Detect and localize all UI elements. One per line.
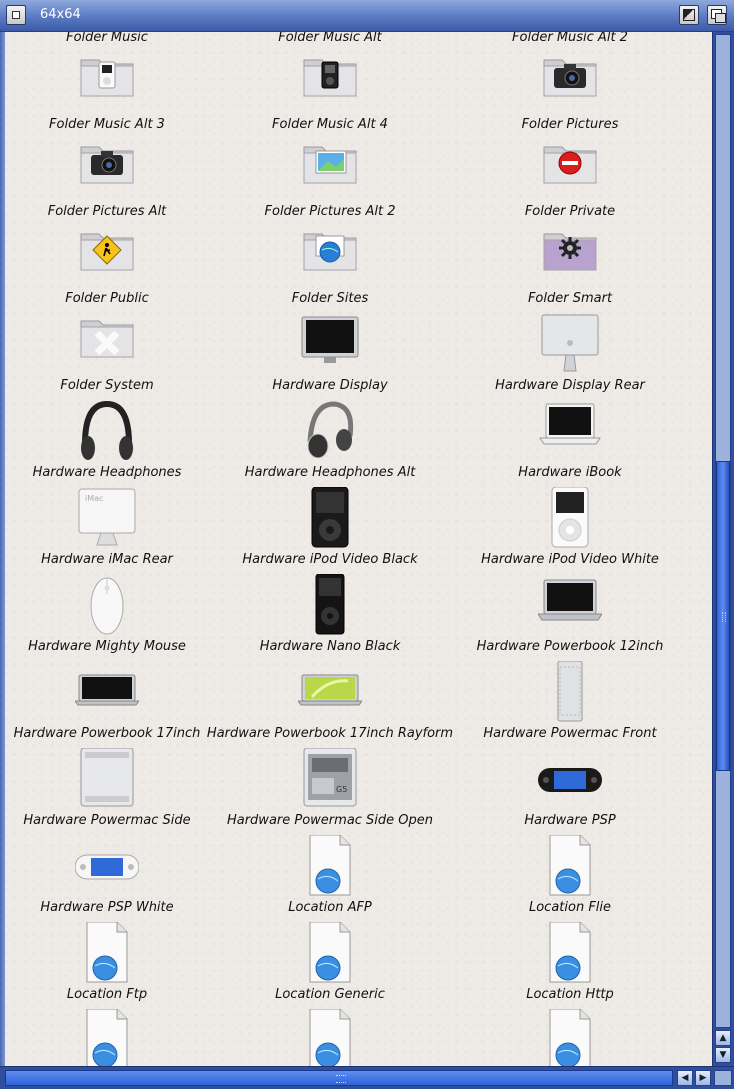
icon-label: Folder Smart bbox=[527, 291, 613, 306]
folder-public-icon[interactable] bbox=[75, 226, 139, 290]
hardware-powerbook-17inch-icon[interactable] bbox=[75, 661, 139, 725]
icon-label: Folder Music Alt 3 bbox=[49, 117, 165, 132]
hardware-powerbook-17inch-rayform-icon[interactable] bbox=[298, 661, 362, 725]
icon-label: Hardware iPod Video White bbox=[481, 552, 659, 567]
icon-grid[interactable]: Folder Music Folder Music Alt Folder Mus… bbox=[5, 32, 712, 1066]
folder-pictures-alt-2-icon[interactable] bbox=[298, 139, 362, 203]
icon-label: Folder Pictures Alt 2 bbox=[264, 204, 396, 219]
icon-label: Folder System bbox=[60, 378, 154, 393]
partial-icon[interactable] bbox=[75, 1009, 139, 1066]
icon-label: Folder Music Alt 4 bbox=[272, 117, 388, 132]
depth-icon[interactable] bbox=[707, 5, 727, 25]
hardware-nano-black-icon[interactable] bbox=[298, 574, 362, 638]
folder-music-alt-3-icon[interactable] bbox=[75, 52, 139, 116]
icon-label: Location Http bbox=[526, 987, 614, 1002]
hardware-ipod-video-white-icon[interactable] bbox=[538, 487, 602, 551]
resize-gadget[interactable] bbox=[714, 1070, 732, 1086]
icon-label: Folder Pictures bbox=[521, 117, 619, 132]
icon-item[interactable] bbox=[215, 1009, 445, 1066]
hardware-psp-icon[interactable] bbox=[538, 748, 602, 812]
partial-icon[interactable] bbox=[298, 1009, 362, 1066]
hardware-powermac-side-open-icon[interactable]: G5 bbox=[298, 748, 362, 812]
hardware-headphones-alt-icon[interactable] bbox=[298, 400, 362, 464]
scroll-left-arrow-icon[interactable]: ◀ bbox=[677, 1070, 693, 1086]
icon-label: Location Generic bbox=[275, 987, 385, 1002]
icon-label: Hardware Nano Black bbox=[259, 639, 401, 654]
svg-text:G5: G5 bbox=[336, 785, 347, 794]
icon-item[interactable] bbox=[5, 1009, 222, 1066]
icon-label: Location Ftp bbox=[66, 987, 148, 1002]
icon-label: Folder Music bbox=[66, 32, 148, 45]
location-generic-icon[interactable] bbox=[298, 922, 362, 986]
icon-label: Location Flie bbox=[528, 900, 612, 915]
horizontal-scrollbar[interactable]: ◀ ▶ bbox=[0, 1066, 734, 1089]
scroll-down-arrow-icon[interactable]: ▼ bbox=[715, 1047, 731, 1063]
vertical-scrollbar[interactable]: ▲ ▼ bbox=[712, 32, 734, 1066]
icon-label: Hardware iMac Rear bbox=[41, 552, 173, 567]
icon-label: Hardware Display bbox=[272, 378, 388, 393]
location-flie-icon[interactable] bbox=[538, 835, 602, 899]
hardware-headphones-icon[interactable] bbox=[75, 400, 139, 464]
hardware-powermac-side-icon[interactable] bbox=[75, 748, 139, 812]
icon-label: Folder Music Alt 2 bbox=[512, 32, 628, 45]
icon-label: Hardware PSP White bbox=[40, 900, 174, 915]
icon-label: Hardware Powermac Front bbox=[483, 726, 657, 741]
icon-label: Hardware Headphones bbox=[32, 465, 182, 480]
icon-label: Hardware Powermac Side bbox=[23, 813, 191, 828]
hardware-display-rear-icon[interactable] bbox=[538, 313, 602, 377]
icon-label: Hardware Headphones Alt bbox=[244, 465, 416, 480]
icon-label: Folder Music Alt bbox=[278, 32, 382, 45]
icon-label: Folder Private bbox=[524, 204, 616, 219]
icon-label: Hardware iPod Video Black bbox=[242, 552, 418, 567]
hardware-ipod-video-black-icon[interactable] bbox=[298, 487, 362, 551]
icon-label: Location AFP bbox=[288, 900, 372, 915]
hardware-display-icon[interactable] bbox=[298, 313, 362, 377]
partial-icon[interactable] bbox=[538, 1009, 602, 1066]
vertical-scroll-thumb[interactable] bbox=[716, 461, 730, 771]
title-bar[interactable]: 64x64 bbox=[0, 0, 734, 32]
icon-label: Hardware Powerbook 17inch bbox=[13, 726, 201, 741]
hardware-mighty-mouse-icon[interactable] bbox=[75, 574, 139, 638]
scroll-up-arrow-icon[interactable]: ▲ bbox=[715, 1030, 731, 1046]
icon-item[interactable] bbox=[455, 1009, 685, 1066]
folder-private-icon[interactable] bbox=[538, 139, 602, 203]
icon-label: Hardware Powerbook 12inch bbox=[476, 639, 664, 654]
folder-pictures-icon[interactable] bbox=[538, 52, 602, 116]
location-ftp-icon[interactable] bbox=[75, 922, 139, 986]
svg-text:iMac: iMac bbox=[85, 494, 103, 503]
icon-label: Hardware PSP bbox=[524, 813, 616, 828]
icon-label: Hardware Display Rear bbox=[495, 378, 645, 393]
folder-smart-icon[interactable] bbox=[538, 226, 602, 290]
location-afp-icon[interactable] bbox=[298, 835, 362, 899]
folder-pictures-alt-icon[interactable] bbox=[75, 139, 139, 203]
horizontal-scroll-thumb[interactable] bbox=[5, 1070, 673, 1086]
icon-label: Folder Public bbox=[65, 291, 149, 306]
folder-sites-icon[interactable] bbox=[298, 226, 362, 290]
zoom-icon[interactable] bbox=[679, 5, 699, 25]
hardware-imac-rear-icon[interactable]: iMac bbox=[75, 487, 139, 551]
vertical-scroll-track[interactable] bbox=[715, 34, 731, 1028]
folder-music-alt-4-icon[interactable] bbox=[298, 52, 362, 116]
hardware-powermac-front-icon[interactable] bbox=[538, 661, 602, 725]
icon-label: Folder Pictures Alt bbox=[47, 204, 167, 219]
close-icon[interactable] bbox=[6, 5, 26, 25]
location-http-icon[interactable] bbox=[538, 922, 602, 986]
icon-label: Hardware iBook bbox=[518, 465, 622, 480]
scroll-right-arrow-icon[interactable]: ▶ bbox=[695, 1070, 711, 1086]
icon-label: Hardware Mighty Mouse bbox=[28, 639, 186, 654]
icon-label: Hardware Powerbook 17inch Rayform bbox=[206, 726, 454, 741]
icon-label: Hardware Powermac Side Open bbox=[226, 813, 434, 828]
hardware-psp-white-icon[interactable] bbox=[75, 835, 139, 899]
icon-label: Folder Sites bbox=[291, 291, 369, 306]
window-title: 64x64 bbox=[40, 7, 81, 22]
hardware-ibook-icon[interactable] bbox=[538, 400, 602, 464]
folder-system-icon[interactable] bbox=[75, 313, 139, 377]
hardware-powerbook-12inch-icon[interactable] bbox=[538, 574, 602, 638]
